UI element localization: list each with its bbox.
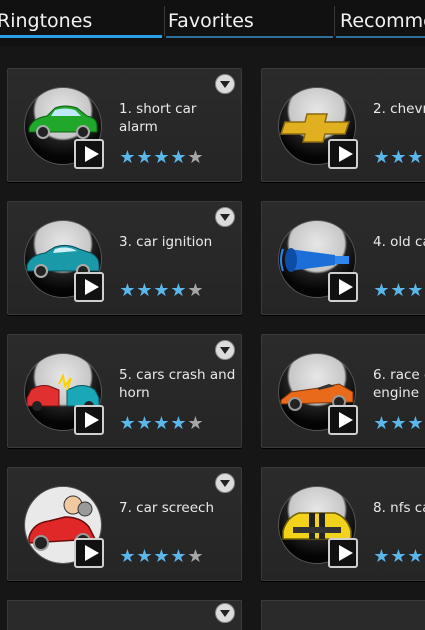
star-filled-icon: ★ [136, 546, 153, 567]
play-button[interactable] [328, 538, 358, 568]
star-filled-icon: ★ [407, 546, 424, 567]
star-filled-icon: ★ [373, 413, 390, 434]
star-filled-icon: ★ [136, 413, 153, 434]
star-filled-icon: ★ [390, 546, 407, 567]
ringtone-card[interactable]: 3. car ignition ★★★★★ [7, 201, 242, 315]
ringtone-title: 2. chevrolet [373, 101, 425, 117]
tab-separator [334, 6, 335, 36]
star-filled-icon: ★ [373, 147, 390, 168]
star-empty-icon: ★ [187, 546, 204, 567]
rating-stars: ★★★★★ [373, 149, 425, 167]
chevron-down-icon[interactable] [215, 207, 235, 227]
play-button[interactable] [74, 405, 104, 435]
chevron-down-icon[interactable] [215, 74, 235, 94]
tab-bar: Ringtones Favorites Recommended [0, 0, 425, 46]
ringtone-card[interactable]: 4. old car horn ★★★★★ [261, 201, 425, 315]
star-filled-icon: ★ [119, 546, 136, 567]
star-filled-icon: ★ [407, 147, 424, 168]
play-button[interactable] [74, 139, 104, 169]
ringtone-title: 1. short car alarm [119, 101, 197, 135]
rating-stars: ★★★★★ [373, 282, 425, 300]
ringtone-card[interactable]: 7. car screech ★★★★★ [7, 467, 242, 581]
star-filled-icon: ★ [170, 546, 187, 567]
tab-favorites[interactable]: Favorites [168, 0, 254, 38]
star-filled-icon: ★ [153, 413, 170, 434]
star-filled-icon: ★ [390, 413, 407, 434]
chevron-down-icon[interactable] [215, 603, 235, 623]
star-filled-icon: ★ [119, 413, 136, 434]
ringtone-card[interactable]: 2. chevrolet ★★★★★ [261, 68, 425, 182]
rating-stars: ★★★★★ [119, 415, 204, 433]
star-filled-icon: ★ [373, 280, 390, 301]
star-filled-icon: ★ [119, 147, 136, 168]
star-filled-icon: ★ [170, 413, 187, 434]
chevron-down-icon[interactable] [215, 340, 235, 360]
tab-favorites-indicator [166, 36, 333, 38]
play-button[interactable] [328, 405, 358, 435]
star-filled-icon: ★ [170, 147, 187, 168]
chevron-down-icon[interactable] [215, 473, 235, 493]
ringtone-card-partial[interactable] [261, 600, 425, 630]
star-empty-icon: ★ [187, 280, 204, 301]
star-filled-icon: ★ [407, 413, 424, 434]
tab-recommended[interactable]: Recommended [340, 0, 425, 38]
ringtone-title: 8. nfs car [373, 500, 425, 516]
star-empty-icon: ★ [187, 147, 204, 168]
star-filled-icon: ★ [170, 280, 187, 301]
ringtone-card[interactable]: 5. cars crash and horn ★★★★★ [7, 334, 242, 448]
rating-stars: ★★★★★ [119, 282, 204, 300]
star-filled-icon: ★ [373, 546, 390, 567]
ringtone-grid: 1. short car alarm ★★★★★ 2. chevrolet ★★… [0, 46, 425, 630]
star-filled-icon: ★ [119, 280, 136, 301]
rating-stars: ★★★★★ [119, 548, 204, 566]
star-filled-icon: ★ [407, 280, 424, 301]
ringtone-title: 4. old car horn [373, 234, 425, 250]
tab-ringtones-indicator [0, 35, 162, 38]
star-filled-icon: ★ [153, 280, 170, 301]
rating-stars: ★★★★★ [373, 415, 425, 433]
star-empty-icon: ★ [187, 413, 204, 434]
star-filled-icon: ★ [136, 280, 153, 301]
tab-ringtones[interactable]: Ringtones [0, 0, 92, 38]
play-button[interactable] [74, 538, 104, 568]
tab-separator [164, 6, 165, 36]
star-filled-icon: ★ [153, 147, 170, 168]
ringtone-card[interactable]: 8. nfs car ★★★★★ [261, 467, 425, 581]
tab-recommended-indicator [336, 36, 425, 38]
star-filled-icon: ★ [153, 546, 170, 567]
rating-stars: ★★★★★ [373, 548, 425, 566]
ringtone-title: 3. car ignition [119, 234, 213, 250]
ringtone-card[interactable]: 1. short car alarm ★★★★★ [7, 68, 242, 182]
play-button[interactable] [328, 139, 358, 169]
ringtone-card-partial[interactable] [7, 600, 242, 630]
play-button[interactable] [74, 272, 104, 302]
ringtone-title: 7. car screech [119, 500, 215, 516]
play-button[interactable] [328, 272, 358, 302]
star-filled-icon: ★ [390, 147, 407, 168]
star-filled-icon: ★ [390, 280, 407, 301]
ringtone-title: 5. cars crash and horn [119, 367, 236, 401]
rating-stars: ★★★★★ [119, 149, 204, 167]
ringtone-card[interactable]: 6. race car engine ★★★★★ [261, 334, 425, 448]
ringtone-title: 6. race car engine [373, 367, 425, 401]
star-filled-icon: ★ [136, 147, 153, 168]
